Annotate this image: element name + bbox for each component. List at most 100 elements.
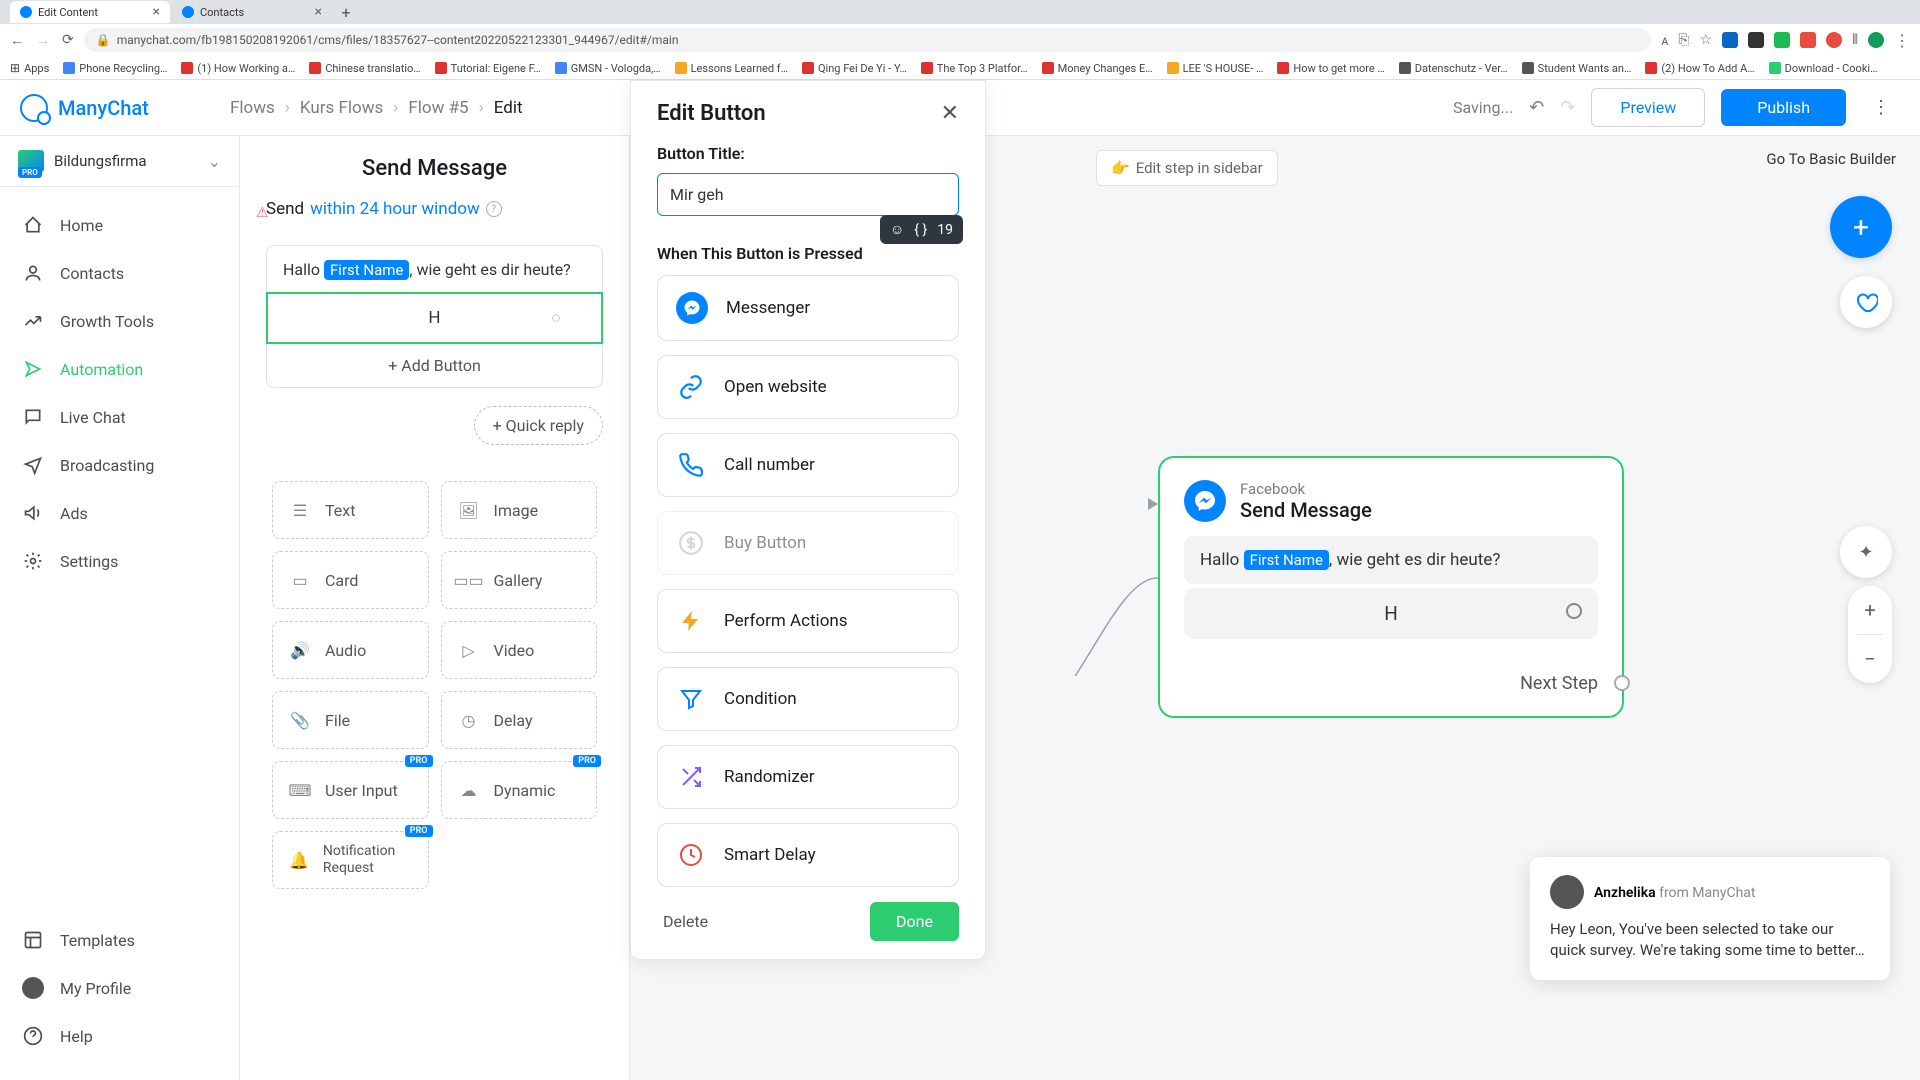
action-messenger[interactable]: Messenger: [657, 275, 959, 341]
extension-icon[interactable]: [1722, 32, 1738, 48]
variable-chip[interactable]: First Name: [324, 260, 409, 280]
attach-card[interactable]: ▭Card: [272, 551, 429, 609]
new-tab-button[interactable]: +: [334, 1, 358, 23]
bookmark-item[interactable]: Chinese translatio…: [309, 62, 420, 75]
sidebar-item-profile[interactable]: My Profile: [0, 964, 239, 1012]
star-icon[interactable]: ☆: [1700, 32, 1713, 48]
redo-icon[interactable]: ↷: [1560, 97, 1575, 118]
braces-icon[interactable]: { }: [914, 222, 927, 238]
done-button[interactable]: Done: [870, 902, 959, 941]
auto-layout-fab[interactable]: ✦: [1840, 526, 1892, 578]
bookmark-item[interactable]: Money Changes E…: [1042, 62, 1153, 75]
sidebar-item-home[interactable]: Home: [0, 201, 239, 249]
action-perform-actions[interactable]: Perform Actions: [657, 589, 959, 653]
delete-button[interactable]: Delete: [657, 902, 714, 941]
zoom-in-button[interactable]: +: [1848, 586, 1892, 634]
action-open-website[interactable]: Open website: [657, 355, 959, 419]
action-smart-delay[interactable]: Smart Delay: [657, 823, 959, 887]
sidebar-item-automation[interactable]: Automation: [0, 345, 239, 393]
attach-notification[interactable]: 🔔Notification RequestPRO: [272, 831, 429, 889]
preview-button[interactable]: Preview: [1591, 88, 1705, 127]
favorite-fab[interactable]: [1840, 276, 1892, 328]
action-call-number[interactable]: Call number: [657, 433, 959, 497]
bookmark-item[interactable]: Datenschutz - Ver…: [1399, 62, 1508, 75]
node-handle-icon[interactable]: [1614, 675, 1630, 691]
bookmark-item[interactable]: Student Wants an…: [1522, 62, 1632, 75]
message-card[interactable]: Hallo First Name, wie geht es dir heute?…: [266, 245, 603, 388]
bookmark-item[interactable]: GMSN - Vologda,…: [555, 62, 661, 75]
attach-audio[interactable]: 🔊Audio: [272, 621, 429, 679]
quick-reply-button[interactable]: + Quick reply: [474, 406, 603, 445]
info-icon[interactable]: ?: [486, 201, 502, 217]
attach-userinput[interactable]: ⌨User InputPRO: [272, 761, 429, 819]
publish-button[interactable]: Publish: [1721, 89, 1846, 126]
tab-close-icon[interactable]: ×: [315, 4, 322, 20]
bookmark-item[interactable]: The Top 3 Platfor…: [921, 62, 1028, 75]
message-button-row[interactable]: H ○: [266, 292, 603, 344]
zoom-out-button[interactable]: −: [1848, 635, 1892, 683]
add-node-fab[interactable]: +: [1830, 196, 1892, 258]
extension-icon[interactable]: [1748, 32, 1764, 48]
attach-text[interactable]: ☰Text: [272, 481, 429, 539]
node-handle-icon[interactable]: [1566, 603, 1582, 619]
bookmark-item[interactable]: Lessons Learned f…: [675, 62, 788, 75]
attach-dynamic[interactable]: ☁DynamicPRO: [441, 761, 598, 819]
sidebar-item-contacts[interactable]: Contacts: [0, 249, 239, 297]
sidebar-item-growth[interactable]: Growth Tools: [0, 297, 239, 345]
attach-gallery[interactable]: ▭▭Gallery: [441, 551, 598, 609]
sidebar-item-ads[interactable]: Ads: [0, 489, 239, 537]
bookmark-item[interactable]: ⊞Apps: [10, 61, 49, 75]
bookmark-item[interactable]: Tutorial: Eigene F…: [435, 62, 541, 75]
menu-icon[interactable]: ⋮: [1894, 31, 1910, 50]
breadcrumb-item[interactable]: Kurs Flows: [300, 98, 383, 118]
node-handle-icon[interactable]: ○: [551, 308, 561, 328]
reload-icon[interactable]: ⟳: [62, 32, 74, 49]
node-button[interactable]: H: [1184, 588, 1598, 639]
emoji-icon[interactable]: ☺: [890, 221, 904, 238]
support-popup[interactable]: Anzhelika from ManyChat Hey Leon, You've…: [1530, 857, 1890, 981]
close-icon[interactable]: ✕: [941, 101, 959, 126]
extension-icon[interactable]: [1800, 32, 1816, 48]
add-button-row[interactable]: + Add Button: [267, 343, 602, 387]
undo-icon[interactable]: ↶: [1529, 97, 1544, 118]
attach-video[interactable]: ▷Video: [441, 621, 598, 679]
breadcrumb-item[interactable]: Flows: [230, 98, 275, 118]
translate-icon[interactable]: ᴀ: [1661, 32, 1668, 49]
button-title-input[interactable]: [657, 173, 959, 216]
bookmark-item[interactable]: (2) How To Add A…: [1645, 62, 1754, 75]
extension-puzzle-icon[interactable]: ⫴: [1852, 32, 1858, 48]
bookmark-item[interactable]: Qing Fei De Yi - Y…: [802, 62, 907, 75]
bookmark-item[interactable]: Phone Recycling…: [63, 62, 167, 75]
breadcrumb-item[interactable]: Flow #5: [408, 98, 468, 118]
sidebar-item-help[interactable]: Help: [0, 1012, 239, 1060]
sidebar-item-livechat[interactable]: Live Chat: [0, 393, 239, 441]
account-selector[interactable]: PRO Bildungsfirma ⌄: [0, 136, 239, 187]
back-icon[interactable]: ←: [10, 32, 24, 49]
forward-icon[interactable]: →: [36, 32, 50, 49]
share-icon[interactable]: ⎘: [1678, 32, 1689, 48]
sidebar-item-settings[interactable]: Settings: [0, 537, 239, 585]
sidebar-item-broadcasting[interactable]: Broadcasting: [0, 441, 239, 489]
tab-close-icon[interactable]: ×: [153, 4, 160, 20]
browser-tab[interactable]: Edit Content ×: [10, 1, 170, 23]
bookmark-item[interactable]: LEE 'S HOUSE- …: [1167, 62, 1264, 75]
message-text[interactable]: Hallo First Name, wie geht es dir heute?: [267, 246, 602, 293]
bookmark-item[interactable]: Download - Cooki…: [1769, 62, 1878, 75]
flow-node[interactable]: Facebook Send Message Hallo First Name, …: [1158, 456, 1624, 718]
bookmark-item[interactable]: How to get more …: [1277, 62, 1384, 75]
more-menu-icon[interactable]: ⋮: [1862, 91, 1900, 124]
action-condition[interactable]: Condition: [657, 667, 959, 731]
attach-file[interactable]: 📎File: [272, 691, 429, 749]
sidebar-item-templates[interactable]: Templates: [0, 916, 239, 964]
logo[interactable]: ManyChat: [20, 94, 230, 122]
extension-icon[interactable]: [1774, 32, 1790, 48]
bookmark-item[interactable]: (1) How Working a…: [181, 62, 295, 75]
url-field[interactable]: 🔒 manychat.com/fb198150208192061/cms/fil…: [84, 28, 1652, 52]
browser-tab[interactable]: Contacts ×: [172, 1, 332, 23]
attach-image[interactable]: 🖼Image: [441, 481, 598, 539]
send-window-link[interactable]: within 24 hour window: [310, 199, 480, 219]
action-randomizer[interactable]: Randomizer: [657, 745, 959, 809]
basic-builder-link[interactable]: Go To Basic Builder: [1766, 150, 1896, 168]
edit-step-pill[interactable]: 👉 Edit step in sidebar: [1096, 150, 1278, 186]
next-step[interactable]: Next Step: [1184, 673, 1598, 694]
